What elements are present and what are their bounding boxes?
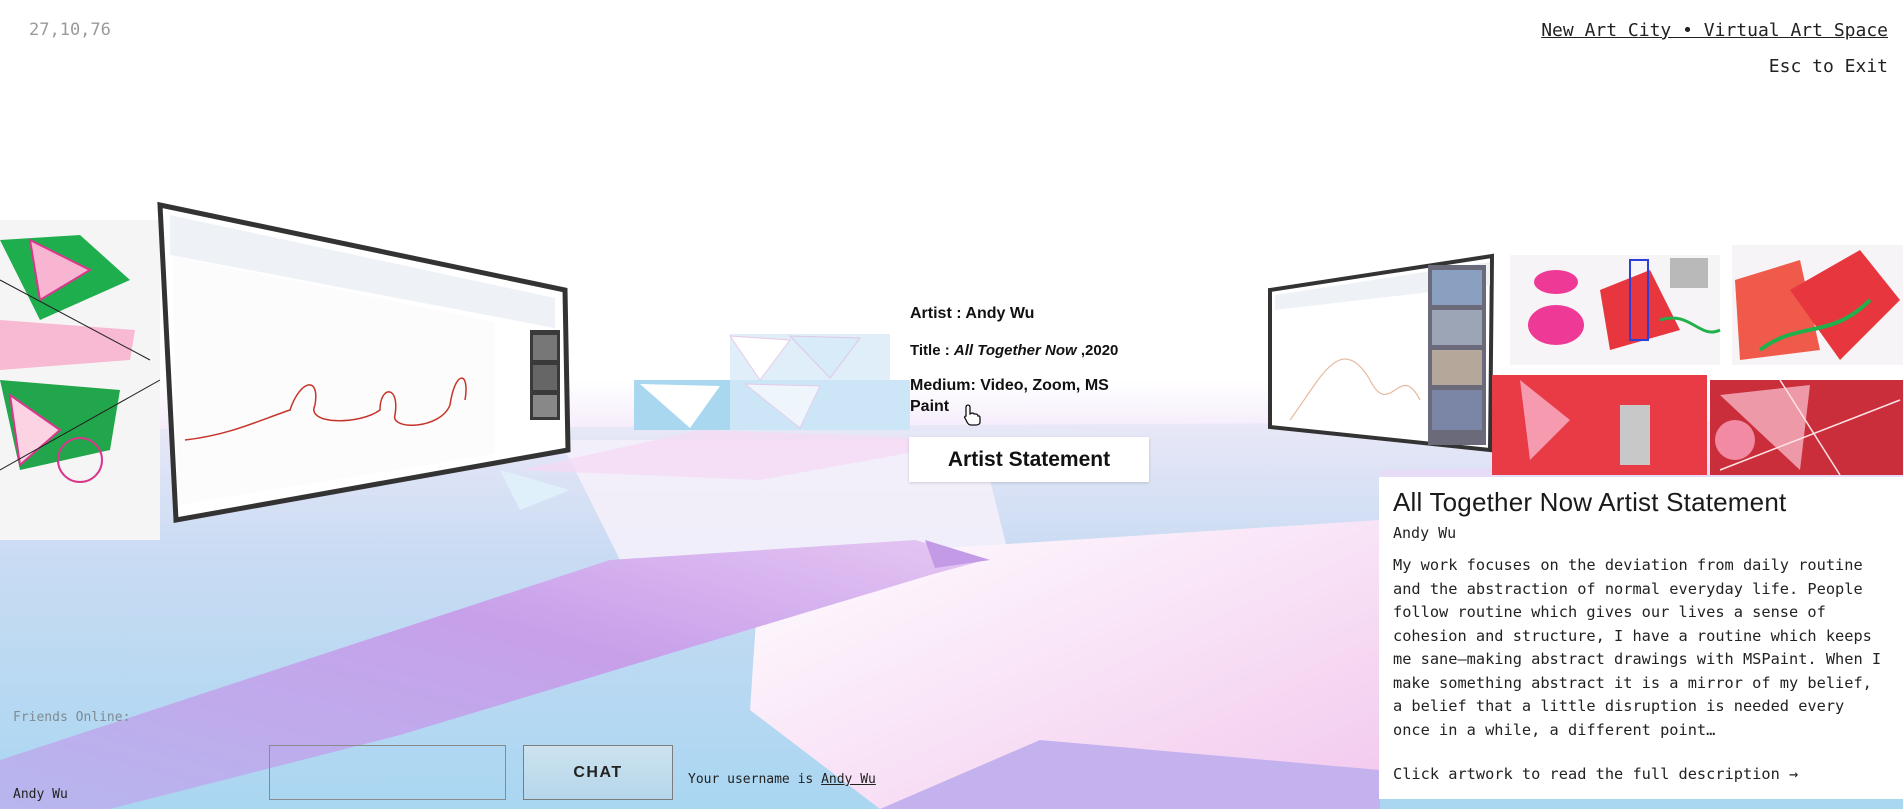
username-info: Your username is Andy Wu — [688, 772, 876, 787]
artist-statement-button[interactable]: Artist Statement — [909, 437, 1149, 482]
friends-online-label: Friends Online: — [13, 710, 131, 725]
statement-body: My work focuses on the deviation from da… — [1393, 556, 1882, 739]
right-paint-screen-artwork — [1268, 253, 1495, 453]
read-full-description-link[interactable]: Click artwork to read the full descripti… — [1393, 765, 1889, 783]
statement-author: Andy Wu — [1393, 524, 1457, 542]
username-link[interactable]: Andy Wu — [821, 772, 876, 787]
site-title-link[interactable]: New Art City • Virtual Art Space — [1541, 20, 1888, 41]
chat-send-button[interactable]: CHAT — [523, 745, 673, 800]
statement-title: All Together Now Artist Statement — [1393, 487, 1787, 517]
chat-input[interactable] — [269, 745, 506, 800]
username-prefix: Your username is — [688, 772, 822, 787]
right-wall-artwork — [1492, 245, 1903, 476]
placard-title-prefix: Title : — [910, 341, 954, 359]
exit-hint: Esc to Exit — [1768, 56, 1888, 77]
placard-title-year: ,2020 — [1076, 341, 1119, 359]
artwork-placard: Artist : Andy Wu Title : All Together No… — [910, 304, 1150, 434]
artist-statement-panel[interactable]: All Together Now Artist Statement Andy W… — [1379, 477, 1903, 799]
coordinates-readout: 27,10,76 — [29, 20, 111, 40]
placard-medium: Medium: Video, Zoom, MS Paint — [910, 377, 1109, 416]
friend-list-item: Andy Wu — [13, 787, 68, 802]
placard-title: Title : All Together Now ,2020 — [910, 341, 1150, 361]
placard-title-name: All Together Now — [953, 341, 1077, 359]
placard-artist: Artist : Andy Wu — [910, 305, 1035, 322]
left-wall-artwork — [0, 220, 161, 540]
hand-cursor-icon — [963, 404, 981, 426]
